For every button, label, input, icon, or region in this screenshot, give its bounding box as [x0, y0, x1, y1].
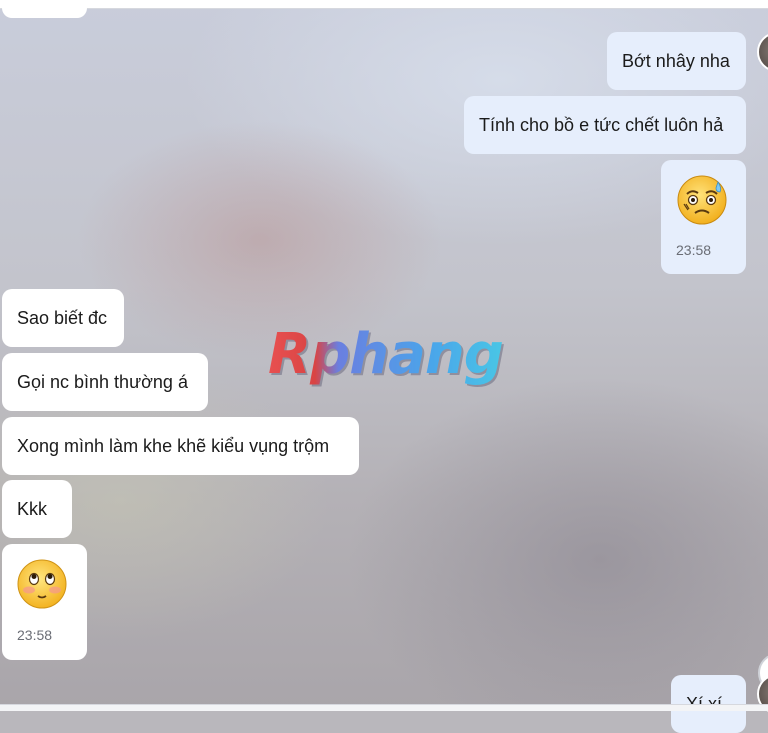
message-text: Kkk [17, 499, 48, 519]
message-bubble-incoming[interactable]: Sao biết đc [2, 289, 124, 347]
message-text: Sao biết đc [17, 308, 108, 328]
message-timestamp: 23:58 [676, 242, 712, 258]
message-bubble-incoming[interactable]: Gọi nc bình thường á [2, 353, 208, 411]
sticker-bubble-incoming[interactable]: 23:58 [2, 544, 87, 660]
message-text: Bớt nhây nha [622, 51, 730, 71]
message-text: Xong mình làm khe khẽ kiểu vụng trộm [17, 436, 330, 456]
message-bubble-outgoing[interactable]: Tính cho bồ e tức chết luôn hả [464, 96, 746, 154]
message-text: Tính cho bồ e tức chết luôn hả [479, 115, 724, 135]
previous-message-bubble[interactable] [2, 0, 87, 18]
top-divider [0, 0, 768, 9]
sticker-bubble-outgoing[interactable]: 23:58 [661, 160, 746, 274]
message-text: Gọi nc bình thường á [17, 372, 188, 392]
watermark-logo: Rphang [268, 322, 504, 387]
pleading-blush-face-emoji [17, 559, 67, 609]
message-bubble-outgoing[interactable]: Bớt nhây nha [607, 32, 746, 90]
worried-sweat-face-emoji [677, 175, 727, 225]
message-bubble-incoming[interactable]: Kkk [2, 480, 72, 538]
message-timestamp: 23:58 [17, 627, 53, 643]
message-bubble-incoming[interactable]: Xong mình làm khe khẽ kiểu vụng trộm [2, 417, 359, 475]
